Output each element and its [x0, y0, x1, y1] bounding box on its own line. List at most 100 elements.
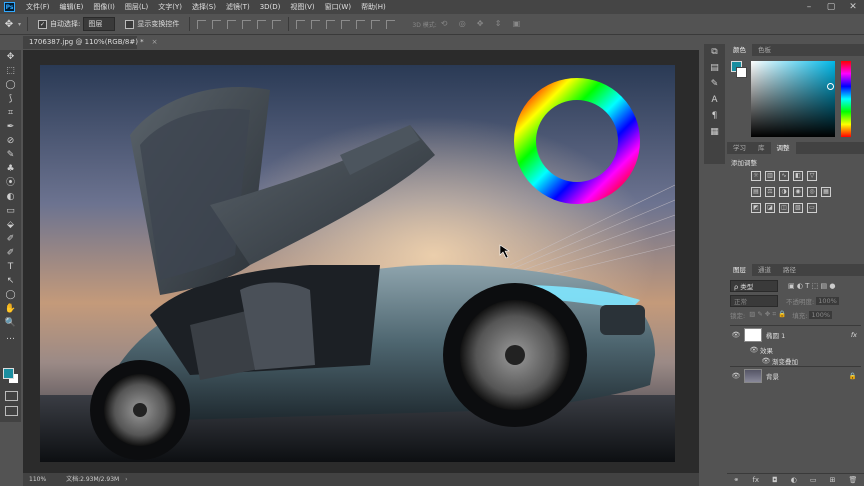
screen-mode-icon[interactable] — [5, 406, 18, 416]
new-adjustment-icon[interactable]: ◐ — [791, 476, 797, 484]
tab-paths[interactable]: 路径 — [777, 264, 802, 276]
pen-tool-icon[interactable]: ✐ — [0, 246, 21, 260]
distribute-vcenter-icon[interactable] — [311, 19, 321, 29]
exposure-icon[interactable]: ◧ — [793, 171, 803, 181]
selective-color-icon[interactable]: ▧ — [793, 203, 803, 213]
opacity-input[interactable]: 100% — [816, 297, 839, 305]
eyedropper-tool-icon[interactable]: ✒ — [0, 120, 21, 134]
menu-layer[interactable]: 图层(L) — [120, 0, 153, 14]
photo-filter-icon[interactable]: ◉ — [793, 187, 803, 197]
filter-icons[interactable]: ▣ ◐ T ⬚ ▤ ● — [788, 282, 835, 290]
new-group-icon[interactable]: ▭ — [810, 476, 817, 484]
lock-icons[interactable]: ▨ ✎ ✥ ⌗ 🔒 — [749, 310, 786, 319]
menu-help[interactable]: 帮助(H) — [356, 0, 391, 14]
hue-slider[interactable] — [841, 61, 851, 137]
close-tab-icon[interactable]: × — [152, 38, 158, 46]
color-picker-marker[interactable] — [827, 83, 834, 90]
layer-filter-dropdown[interactable]: ρ 类型 — [730, 279, 778, 292]
new-layer-icon[interactable]: ⊞ — [830, 476, 836, 484]
document-canvas[interactable] — [40, 65, 675, 462]
gradient-overlay-row[interactable]: 👁 渐变叠加 — [730, 355, 861, 366]
history-panel-icon[interactable]: ⧉ — [704, 44, 725, 60]
tab-libraries[interactable]: 库 — [752, 142, 771, 154]
healing-brush-tool-icon[interactable]: ⊘ — [0, 134, 21, 148]
auto-align-icon[interactable] — [386, 19, 396, 29]
blur-tool-icon[interactable]: ⬙ — [0, 218, 21, 232]
orbit-3d-icon[interactable]: ⟲ — [441, 20, 451, 28]
tab-adjustments[interactable]: 调整 — [770, 142, 796, 154]
path-select-tool-icon[interactable]: ↖ — [0, 274, 21, 288]
glyph-panel-icon[interactable]: ▦ — [704, 124, 725, 140]
menu-select[interactable]: 选择(S) — [187, 0, 221, 14]
menu-3d[interactable]: 3D(D) — [255, 0, 286, 14]
zoom-level[interactable]: 110% — [29, 476, 46, 483]
color-lookup-icon[interactable]: ▦ — [821, 187, 831, 197]
character-panel-icon[interactable]: A — [704, 92, 725, 108]
levels-icon[interactable]: ▥ — [765, 171, 775, 181]
ellipse-tool-icon[interactable]: ◯ — [0, 288, 21, 302]
fx-icon[interactable]: fx — [851, 331, 857, 339]
threshold-icon[interactable]: ◫ — [779, 203, 789, 213]
posterize-icon[interactable]: ◪ — [765, 203, 775, 213]
vibrance-icon[interactable]: ▽ — [807, 171, 817, 181]
brush-panel-icon[interactable]: ✎ — [704, 76, 725, 92]
align-left-icon[interactable] — [242, 19, 252, 29]
gradient-map-icon[interactable]: ▭ — [807, 203, 817, 213]
eye-icon[interactable]: 👁 — [760, 357, 772, 365]
align-right-icon[interactable] — [272, 19, 282, 29]
quick-mask-icon[interactable] — [5, 391, 18, 401]
menu-view[interactable]: 视图(V) — [285, 0, 319, 14]
eye-icon[interactable]: 👁 — [748, 346, 760, 354]
quick-select-tool-icon[interactable]: ⟆ — [0, 92, 21, 106]
paragraph-panel-icon[interactable]: ¶ — [704, 108, 725, 124]
document-tab[interactable]: 1706387.jpg @ 110%(RGB/8#) * × — [23, 36, 158, 49]
tab-layers[interactable]: 图层 — [727, 264, 752, 276]
brush-tool-icon[interactable]: ✎ — [0, 148, 21, 162]
color-picker-field[interactable] — [751, 61, 835, 137]
distribute-bottom-icon[interactable] — [326, 19, 336, 29]
align-vcenter-icon[interactable] — [212, 19, 222, 29]
properties-panel-icon[interactable]: ▤ — [704, 60, 725, 76]
type-tool-icon[interactable]: T — [0, 260, 21, 274]
link-layers-icon[interactable]: ⚭ — [734, 476, 740, 484]
distribute-left-icon[interactable] — [341, 19, 351, 29]
auto-select-dropdown[interactable]: 图层 — [83, 17, 116, 31]
hue-saturation-icon[interactable]: ▤ — [751, 187, 761, 197]
restore-button[interactable]: ▢ — [820, 0, 842, 14]
align-hcenter-icon[interactable] — [257, 19, 267, 29]
eye-icon[interactable]: 👁 — [730, 331, 742, 339]
menu-type[interactable]: 文字(Y) — [153, 0, 187, 14]
show-transform-checkbox[interactable] — [125, 19, 135, 29]
marquee-tool-icon[interactable]: ⬚ — [0, 64, 21, 78]
move-tool-icon[interactable]: ✥ — [0, 19, 18, 30]
menu-image[interactable]: 图像(I) — [88, 0, 120, 14]
menu-filter[interactable]: 滤镜(T) — [221, 0, 255, 14]
auto-select-checkbox[interactable]: ✓ — [38, 19, 48, 29]
drag-3d-icon[interactable]: ✥ — [477, 20, 487, 28]
layer-effects-row[interactable]: 👁 效果 — [730, 344, 861, 355]
distribute-hcenter-icon[interactable] — [356, 19, 366, 29]
crop-tool-icon[interactable]: ⌗ — [0, 106, 21, 120]
invert-icon[interactable]: ◩ — [751, 203, 761, 213]
add-style-icon[interactable]: fx — [752, 476, 759, 484]
panel-background-swatch[interactable] — [736, 67, 747, 78]
layer-row-background[interactable]: 👁 背景 🔒 — [730, 366, 861, 385]
fill-input[interactable]: 100% — [809, 310, 833, 319]
tab-color[interactable]: 颜色 — [727, 44, 752, 56]
minimize-button[interactable]: – — [798, 0, 820, 14]
scale-3d-icon[interactable]: ▣ — [513, 20, 523, 28]
color-balance-icon[interactable]: ⚖ — [765, 187, 775, 197]
color-swatches[interactable] — [3, 368, 19, 384]
dodge-tool-icon[interactable]: ✐ — [0, 232, 21, 246]
menu-edit[interactable]: 编辑(E) — [55, 0, 89, 14]
clone-stamp-tool-icon[interactable]: ♣ — [0, 162, 21, 176]
tab-swatches[interactable]: 色板 — [752, 44, 777, 56]
align-top-icon[interactable] — [197, 19, 207, 29]
move-tool-icon[interactable]: ✥ — [0, 50, 21, 64]
tab-learn[interactable]: 学习 — [727, 142, 752, 154]
zoom-tool-icon[interactable]: 🔍 — [0, 316, 21, 330]
history-brush-tool-icon[interactable]: ⦿ — [0, 176, 21, 190]
distribute-top-icon[interactable] — [296, 19, 306, 29]
channel-mixer-icon[interactable]: ◎ — [807, 187, 817, 197]
align-bottom-icon[interactable] — [227, 19, 237, 29]
